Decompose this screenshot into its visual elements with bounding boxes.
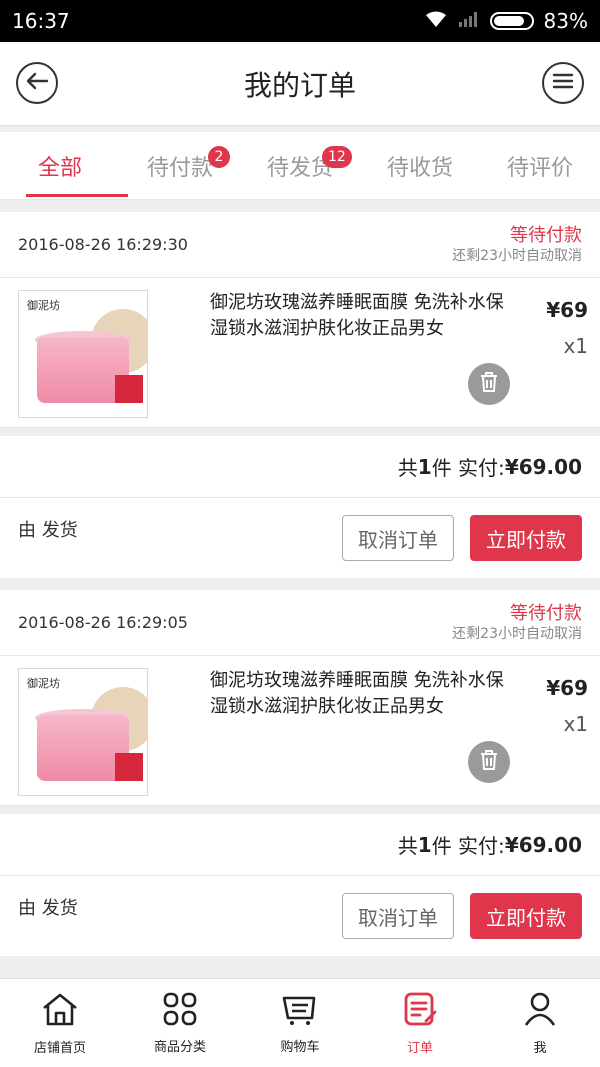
delete-button[interactable] [468,363,510,405]
tab-label: 待评价 [506,155,573,181]
product-qty: x1 [563,712,588,736]
total-count: 1 [417,832,432,857]
tab-pending-shipment[interactable]: 待发货 12 [240,132,360,199]
total-amount: ¥69.00 [504,454,582,479]
divider [0,428,600,436]
order-countdown: 还剩23小时自动取消 [452,625,582,642]
total-count: 1 [417,454,432,479]
nav-label: 店铺首页 [33,1040,86,1056]
order-status: 等待付款 [510,602,582,624]
order-item[interactable]: 御泥坊 御泥坊玫瑰滋养睡眠面膜 免洗补水保湿锁水滋润护肤化妆正品男女 ¥69 x… [0,278,600,428]
total-prefix: 共 [397,456,418,480]
total-mid: 件 实付: [431,456,505,480]
pay-now-button[interactable]: 立即付款 [470,893,582,939]
battery-icon [489,12,534,30]
menu-button[interactable] [542,62,584,104]
order-total: 共1 件 实付: ¥69.00 [0,436,600,498]
app-header: 我的订单 [0,42,600,126]
nav-label: 商品分类 [153,1039,206,1055]
bottom-nav: 店铺首页 商品分类 购物车 订单 我 [0,978,600,1067]
product-price: ¥69 [546,676,588,700]
tab-all[interactable]: 全部 [0,132,128,199]
nav-store-home[interactable]: 店铺首页 [0,979,120,1067]
order-tabs: 全部 待付款 2 待发货 12 待收货 待评价 [0,132,600,200]
total-amount: ¥69.00 [504,832,582,857]
cancel-order-button[interactable]: 取消订单 [342,515,454,561]
product-qty: x1 [563,334,588,358]
user-icon [523,991,557,1031]
order-card: 2016-08-26 16:29:05 等待付款 还剩23小时自动取消 御泥坊 … [0,590,600,956]
product-image[interactable]: 御泥坊 [18,668,148,796]
battery-level: 83% [543,9,588,33]
nav-orders[interactable]: 订单 [360,979,480,1067]
page-title: 我的订单 [243,68,356,102]
grid-icon [162,992,198,1030]
status-bar: 16:37 83% [0,0,600,42]
cart-icon [280,992,320,1030]
order-header: 2016-08-26 16:29:30 等待付款 还剩23小时自动取消 [0,212,600,278]
product-price: ¥69 [546,298,588,322]
order-status: 等待付款 [510,224,582,246]
ship-info: 由 发货 [18,520,78,541]
wifi-icon [424,9,448,33]
delete-button[interactable] [468,741,510,783]
nav-label: 我 [533,1040,547,1056]
product-brand: 御泥坊 [27,299,60,312]
status-time: 16:37 [12,9,70,33]
tab-label: 全部 [37,155,82,181]
trash-icon [479,749,499,775]
cancel-order-button[interactable]: 取消订单 [342,893,454,939]
order-actions: 由 发货 取消订单 立即付款 [0,876,600,956]
nav-label: 购物车 [280,1039,320,1055]
ship-info: 由 发货 [18,898,78,919]
order-date: 2016-08-26 16:29:05 [18,613,188,632]
total-prefix: 共 [397,834,418,858]
product-brand: 御泥坊 [27,677,60,690]
count-badge: 12 [322,146,352,168]
order-countdown: 还剩23小时自动取消 [452,247,582,264]
nav-me[interactable]: 我 [480,979,600,1067]
tab-label: 待付款 [146,155,213,181]
signal-icon [458,9,480,33]
tab-label: 待收货 [386,155,453,181]
product-image[interactable]: 御泥坊 [18,290,148,418]
order-card: 2016-08-26 16:29:30 等待付款 还剩23小时自动取消 御泥坊 … [0,212,600,578]
back-button[interactable] [16,62,58,104]
nav-cart[interactable]: 购物车 [240,979,360,1067]
divider [0,806,600,814]
order-icon [402,991,438,1031]
arrow-left-icon [25,71,49,95]
trash-icon [479,371,499,397]
total-mid: 件 实付: [431,834,505,858]
tab-pending-review[interactable]: 待评价 [480,132,600,199]
order-actions: 由 发货 取消订单 立即付款 [0,498,600,578]
order-date: 2016-08-26 16:29:30 [18,235,188,254]
nav-categories[interactable]: 商品分类 [120,979,240,1067]
order-item[interactable]: 御泥坊 御泥坊玫瑰滋养睡眠面膜 免洗补水保湿锁水滋润护肤化妆正品男女 ¥69 x… [0,656,600,806]
hamburger-icon [552,72,574,94]
tab-pending-payment[interactable]: 待付款 2 [120,132,240,199]
order-list: 2016-08-26 16:29:30 等待付款 还剩23小时自动取消 御泥坊 … [0,212,600,968]
order-total: 共1 件 实付: ¥69.00 [0,814,600,876]
nav-label: 订单 [406,1040,433,1056]
order-header: 2016-08-26 16:29:05 等待付款 还剩23小时自动取消 [0,590,600,656]
tab-pending-receipt[interactable]: 待收货 [360,132,480,199]
pay-now-button[interactable]: 立即付款 [470,515,582,561]
count-badge: 2 [208,146,230,168]
home-icon [40,991,80,1031]
